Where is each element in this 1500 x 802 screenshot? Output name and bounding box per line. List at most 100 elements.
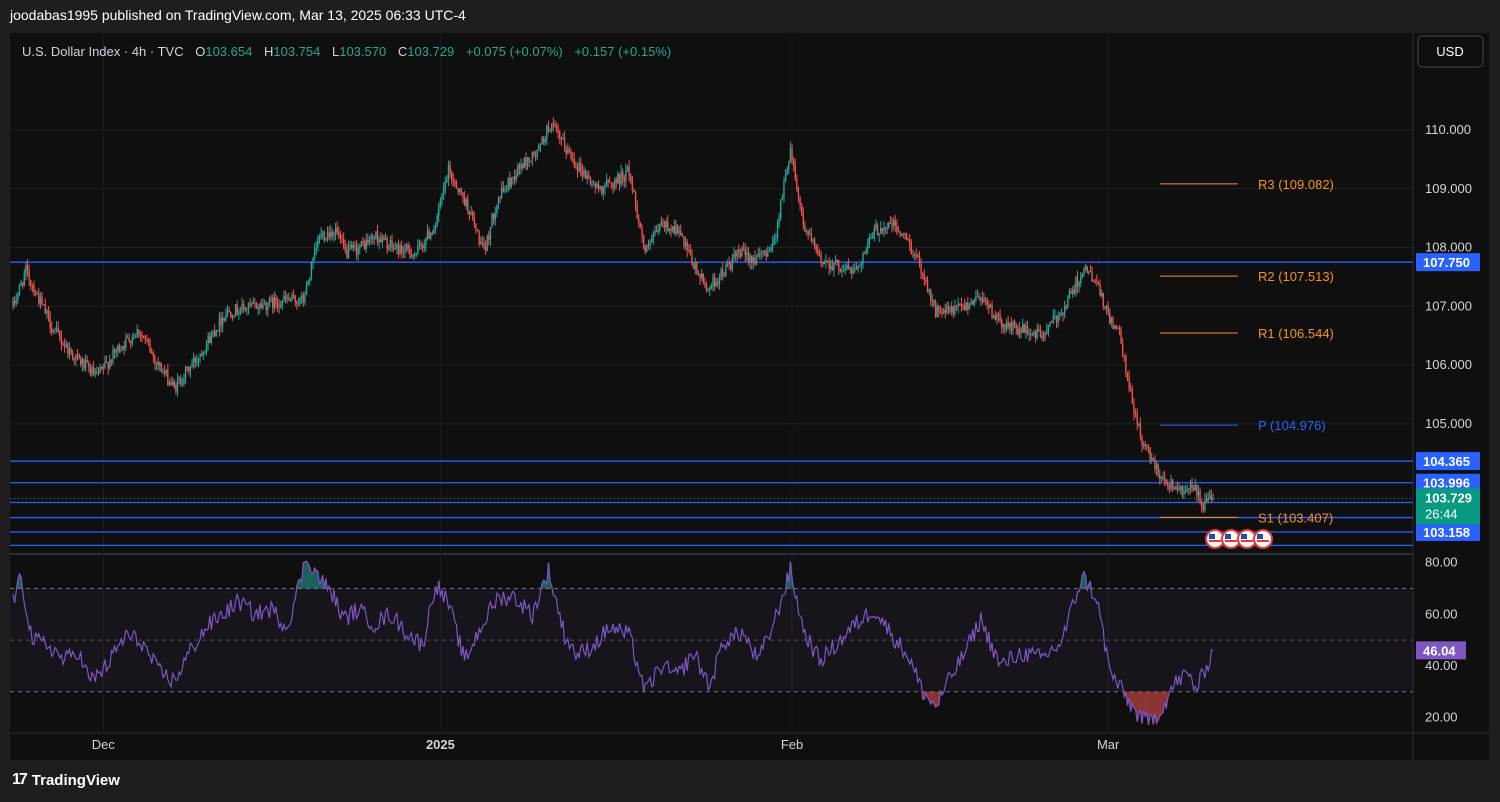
candle-body[interactable] [1139,424,1142,438]
candle[interactable] [1071,286,1074,298]
candle-body[interactable] [88,362,90,367]
candle-body[interactable] [776,224,779,238]
candle[interactable] [323,230,325,244]
candle[interactable] [60,330,63,351]
candle-body[interactable] [18,284,21,294]
candle-body[interactable] [57,328,59,333]
candle-body[interactable] [262,304,264,308]
candle[interactable] [1133,397,1135,421]
candle-body[interactable] [607,179,609,182]
candle[interactable] [704,277,706,289]
candle[interactable] [670,224,672,238]
candle[interactable] [155,361,158,371]
candle[interactable] [771,235,774,253]
candle[interactable] [130,340,132,349]
candle[interactable] [1194,478,1196,491]
candle-body[interactable] [783,181,785,197]
candle[interactable] [512,176,514,185]
candle[interactable] [1123,354,1125,362]
candle[interactable] [876,222,879,236]
candle[interactable] [181,377,184,387]
candle-body[interactable] [541,137,543,145]
candle-body[interactable] [118,345,121,352]
candle[interactable] [957,297,959,314]
candle[interactable] [217,329,219,332]
candle[interactable] [1204,492,1206,513]
candle[interactable] [289,297,292,303]
candle-body[interactable] [451,172,453,180]
candle-body[interactable] [51,327,53,332]
candle[interactable] [1207,491,1209,504]
candle[interactable] [505,184,508,193]
candle[interactable] [1118,325,1121,336]
candle[interactable] [918,251,921,268]
candle-body[interactable] [596,183,598,188]
candle-body[interactable] [1028,333,1030,335]
candle[interactable] [694,257,696,275]
candle[interactable] [926,276,929,293]
candle-body[interactable] [399,245,401,255]
candle[interactable] [534,150,537,162]
candle[interactable] [1188,487,1190,496]
candle-body[interactable] [439,199,442,205]
candle[interactable] [1154,455,1156,474]
candle[interactable] [525,152,527,171]
candle-body[interactable] [634,191,637,207]
candle[interactable] [176,373,179,397]
candle[interactable] [410,248,413,258]
candle[interactable] [886,222,888,235]
candle-body[interactable] [113,349,116,353]
candle[interactable] [925,277,927,285]
candle-body[interactable] [463,197,466,206]
candle-body[interactable] [1207,497,1209,501]
candle[interactable] [299,296,301,307]
candle-body[interactable] [1051,321,1053,323]
candle[interactable] [986,297,988,310]
candle[interactable] [223,317,225,322]
candle-body[interactable] [1120,329,1122,344]
candle-body[interactable] [652,234,655,241]
candle[interactable] [515,168,517,184]
candle-body[interactable] [544,139,546,143]
candle-body[interactable] [344,246,346,251]
candle-body[interactable] [41,296,43,305]
candle-body[interactable] [81,359,84,365]
candle[interactable] [489,226,492,247]
candle-body[interactable] [791,148,793,161]
candle-body[interactable] [1178,489,1180,491]
candle[interactable] [404,243,406,259]
candle-body[interactable] [621,171,624,179]
candle-body[interactable] [1189,484,1192,489]
candle[interactable] [171,377,174,387]
candle-body[interactable] [691,255,693,265]
candle[interactable] [607,178,609,188]
candle[interactable] [1115,324,1117,331]
candle[interactable] [662,218,664,229]
candle[interactable] [1181,484,1184,499]
candle[interactable] [762,250,764,258]
candle-body[interactable] [531,152,534,161]
candle[interactable] [196,354,198,367]
candle-body[interactable] [180,378,182,384]
candle[interactable] [1139,417,1142,441]
candle-body[interactable] [975,296,977,301]
candle[interactable] [684,236,687,251]
candle-body[interactable] [117,345,119,352]
candle-body[interactable] [13,300,16,304]
candle[interactable] [105,355,108,364]
candle-body[interactable] [333,233,335,236]
candle[interactable] [49,311,51,334]
candle[interactable] [618,173,621,191]
candle-body[interactable] [591,184,593,186]
candle[interactable] [25,261,27,281]
candle[interactable] [131,333,134,347]
candle[interactable] [699,273,701,285]
candle[interactable] [715,278,717,287]
candle[interactable] [473,211,475,228]
candle[interactable] [621,168,624,186]
candle-body[interactable] [1094,281,1096,283]
candle-body[interactable] [268,298,271,306]
candle-body[interactable] [494,213,496,220]
candle-body[interactable] [375,231,377,239]
candle-body[interactable] [415,253,417,255]
